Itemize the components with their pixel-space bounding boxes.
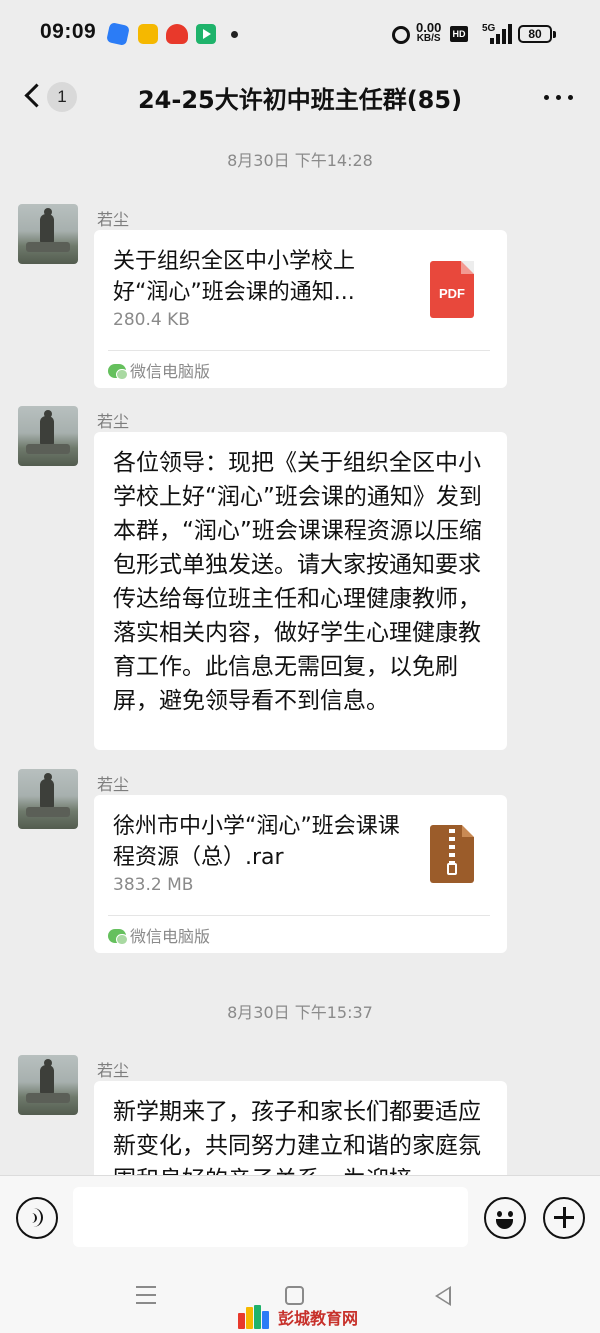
file-name: 关于组织全区中小学校上好“润心”班会课的通知... [113,249,356,305]
source-label: 微信电脑版 [108,923,210,947]
avatar[interactable] [18,1055,78,1115]
time-divider: 8月30日 下午15:37 [227,1003,373,1022]
alarm-icon [392,26,410,44]
file-name: 徐州市中小学“润心”班会课课程资源（总）.rar [113,814,400,870]
app-yellow-icon [138,24,158,44]
file-bubble[interactable]: 徐州市中小学“润心”班会课课程资源（总）.rar 383.2 MB 微信电脑版 [94,795,507,953]
hd-icon: HD [450,26,468,42]
system-nav-bar: 彭城教育网 [0,1259,600,1333]
back-arrow-icon[interactable] [24,83,49,108]
signal-icon [490,24,512,44]
file-size: 383.2 MB [113,875,194,895]
unread-count-badge[interactable]: 1 [47,82,77,112]
file-bubble[interactable]: 关于组织全区中小学校上好“润心”班会课的通知... 280.4 KB PDF 微… [94,230,507,388]
more-notifications-dot [231,31,238,38]
voice-input-button[interactable] [16,1197,58,1239]
emoji-button[interactable] [484,1197,526,1239]
battery-icon: 80 [518,25,556,43]
recent-apps-icon[interactable] [136,1286,156,1304]
input-bar [0,1175,600,1259]
watermark-logo-icon [238,1305,272,1329]
net-speed-value: 0.00 [416,20,442,35]
add-attachment-button[interactable] [543,1197,585,1239]
source-text: 微信电脑版 [130,362,211,381]
app-red-icon [166,24,188,44]
net-speed-unit: KB/S [416,33,441,44]
status-bar: 09:09 0.00 KB/S HD 5G 80 [0,0,600,66]
message-input[interactable] [73,1187,468,1247]
zip-file-icon [430,825,474,883]
app-blue-icon [106,22,130,46]
more-options-icon[interactable] [544,95,574,101]
divider [108,350,490,351]
app-green-video-icon [196,24,216,44]
sender-name: 若尘 [97,1061,130,1080]
divider [108,915,490,916]
net-speed: 0.00 KB/S [416,20,442,44]
wechat-icon [108,364,128,380]
watermark-text: 彭城教育网 [278,1309,359,1328]
source-label: 微信电脑版 [108,358,210,382]
file-size: 280.4 KB [113,310,190,330]
pdf-file-icon: PDF [430,261,474,318]
home-icon[interactable] [285,1286,304,1305]
avatar[interactable] [18,406,78,466]
status-time: 09:09 [40,20,97,43]
sender-name: 若尘 [97,775,130,794]
sender-name: 若尘 [97,412,130,431]
source-text: 微信电脑版 [130,927,211,946]
avatar[interactable] [18,769,78,829]
back-triangle-icon[interactable] [435,1286,451,1306]
text-bubble[interactable]: 各位领导：现把《关于组织全区中小学校上好“润心”班会课的通知》发到本群，“润心”… [94,432,507,750]
text-bubble[interactable]: 新学期来了，孩子和家长们都要适应新变化，共同努力建立和谐的家庭氛围和良好的亲子关… [94,1081,507,1175]
time-divider: 8月30日 下午14:28 [227,151,373,170]
wechat-icon [108,929,128,945]
message-list[interactable]: 8月30日 下午14:28 若尘 关于组织全区中小学校上好“润心”班会课的通知.… [0,130,600,1175]
chat-title: 24-25大许初中班主任群(85) [137,86,463,114]
sender-name: 若尘 [97,210,130,229]
avatar[interactable] [18,204,78,264]
chat-header: 1 24-25大许初中班主任群(85) [0,66,600,130]
